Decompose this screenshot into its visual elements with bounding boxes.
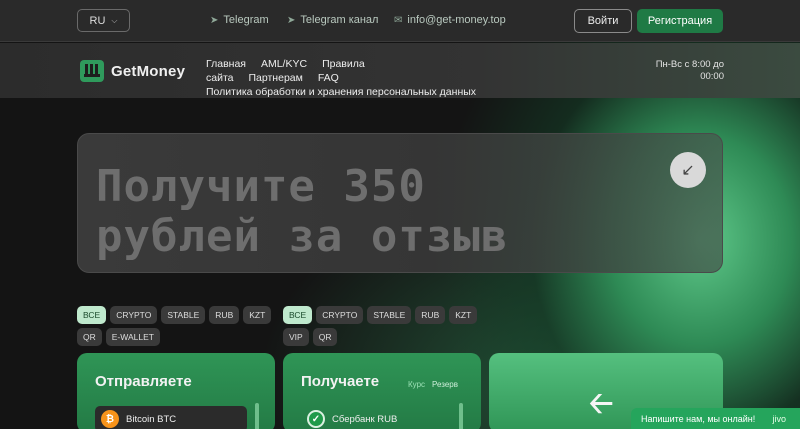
chevron-down-icon: ⌵ (111, 15, 118, 25)
nav-item-partners[interactable]: Партнерам (249, 72, 303, 84)
telegram-link-label: Telegram (223, 14, 269, 26)
telegram-link[interactable]: ➤ Telegram (210, 14, 269, 26)
send-card: Отправляете ₿ Bitcoin BTC (77, 353, 275, 429)
top-bar: RU ⌵ ➤ Telegram ➤ Telegram канал ✉ info@… (0, 0, 800, 42)
register-button[interactable]: Регистрация (637, 9, 723, 33)
rate-column-label[interactable]: Курс (408, 380, 425, 389)
arrow-down-left-icon[interactable]: ↙ (670, 152, 706, 188)
send-filter-qr[interactable]: QR (77, 328, 102, 346)
send-filter-kzt[interactable]: KZT (243, 306, 272, 324)
nav-item-faq[interactable]: FAQ (318, 72, 339, 84)
nav-item-aml-kyc[interactable]: AML/KYC (261, 58, 307, 70)
receive-list-scrollbar[interactable] (459, 403, 463, 429)
login-button[interactable]: Войти (574, 9, 632, 33)
send-filter-all[interactable]: ВСЕ (77, 306, 107, 324)
receive-filter-rub[interactable]: RUB (415, 306, 446, 324)
email-link[interactable]: ✉ info@get-money.top (394, 14, 506, 26)
mail-icon: ✉ (394, 14, 403, 26)
language-selector[interactable]: RU ⌵ (77, 9, 130, 32)
working-hours: Пн-Вс с 8:00 до 00:00 (646, 59, 724, 83)
receive-card-title: Получаете (301, 373, 380, 390)
send-filter-ewallet[interactable]: E-WALLET (105, 328, 160, 346)
receive-filter-qr[interactable]: QR (312, 328, 338, 346)
main-header: GetMoney Главная AML/KYC Правила сайта Парт… (0, 43, 800, 98)
logo-icon (80, 60, 104, 82)
working-hours-line2: 00:00 (700, 71, 724, 82)
receive-filter-stable[interactable]: STABLE (367, 306, 412, 324)
promo-title: Получите 350 рублей за отзыв (96, 162, 576, 262)
receive-filters: ВСЕ CRYPTO STABLE RUB KZT VIP QR (283, 306, 503, 346)
chat-widget-text: Напишите нам, мы онлайн! (641, 413, 756, 424)
send-filter-stable[interactable]: STABLE (161, 306, 206, 324)
telegram-icon: ➤ (210, 14, 219, 26)
receive-filter-all[interactable]: ВСЕ (283, 306, 313, 324)
chat-brand: jivo (772, 413, 786, 424)
promo-title-line1: Получите 350 (96, 161, 426, 212)
telegram-icon: ➤ (287, 14, 296, 26)
bitcoin-icon: ₿ (101, 410, 119, 428)
send-filter-crypto[interactable]: CRYPTO (110, 306, 158, 324)
currency-item-label: Сбербанк RUB (332, 413, 398, 425)
logo-text: GetMoney (111, 62, 186, 80)
receive-filter-kzt[interactable]: KZT (449, 306, 478, 324)
telegram-channel-label: Telegram канал (300, 14, 379, 26)
receive-filter-vip[interactable]: VIP (283, 328, 309, 346)
chat-widget[interactable]: Напишите нам, мы онлайн! jivo (631, 408, 800, 429)
logo[interactable]: GetMoney (80, 60, 185, 82)
receive-card: Получаете Курс Резерв ✓ Сбербанк RUB (283, 353, 481, 429)
receive-filter-crypto[interactable]: CRYPTO (316, 306, 364, 324)
send-filters: ВСЕ CRYPTO STABLE RUB KZT QR E-WALLET (77, 306, 277, 346)
currency-item-label: Bitcoin BTC (126, 413, 177, 425)
nav-item-home[interactable]: Главная (206, 58, 246, 70)
language-label: RU (89, 14, 106, 27)
working-hours-line1: Пн-Вс с 8:00 до (655, 59, 724, 70)
sberbank-icon: ✓ (307, 410, 325, 428)
currency-item[interactable]: ✓ Сбербанк RUB (301, 406, 453, 429)
send-filter-rub[interactable]: RUB (209, 306, 240, 324)
main-nav: Главная AML/KYC Правила сайта Партнерам FAQ … (206, 57, 506, 99)
promo-banner[interactable]: Получите 350 рублей за отзыв ↙ (77, 133, 723, 273)
telegram-channel-link[interactable]: ➤ Telegram канал (287, 14, 378, 26)
reserve-column-label[interactable]: Резерв (432, 380, 458, 389)
arrow-left-icon[interactable]: 🡠 (589, 381, 613, 429)
email-label: info@get-money.top (407, 14, 506, 26)
nav-item-privacy-policy[interactable]: Политика обработки и хранения персональн… (206, 86, 476, 98)
currency-item[interactable]: ₿ Bitcoin BTC (95, 406, 247, 429)
send-card-title: Отправляете (95, 373, 192, 390)
promo-title-line2: рублей за отзыв (96, 211, 509, 262)
send-list-scrollbar[interactable] (255, 403, 259, 429)
